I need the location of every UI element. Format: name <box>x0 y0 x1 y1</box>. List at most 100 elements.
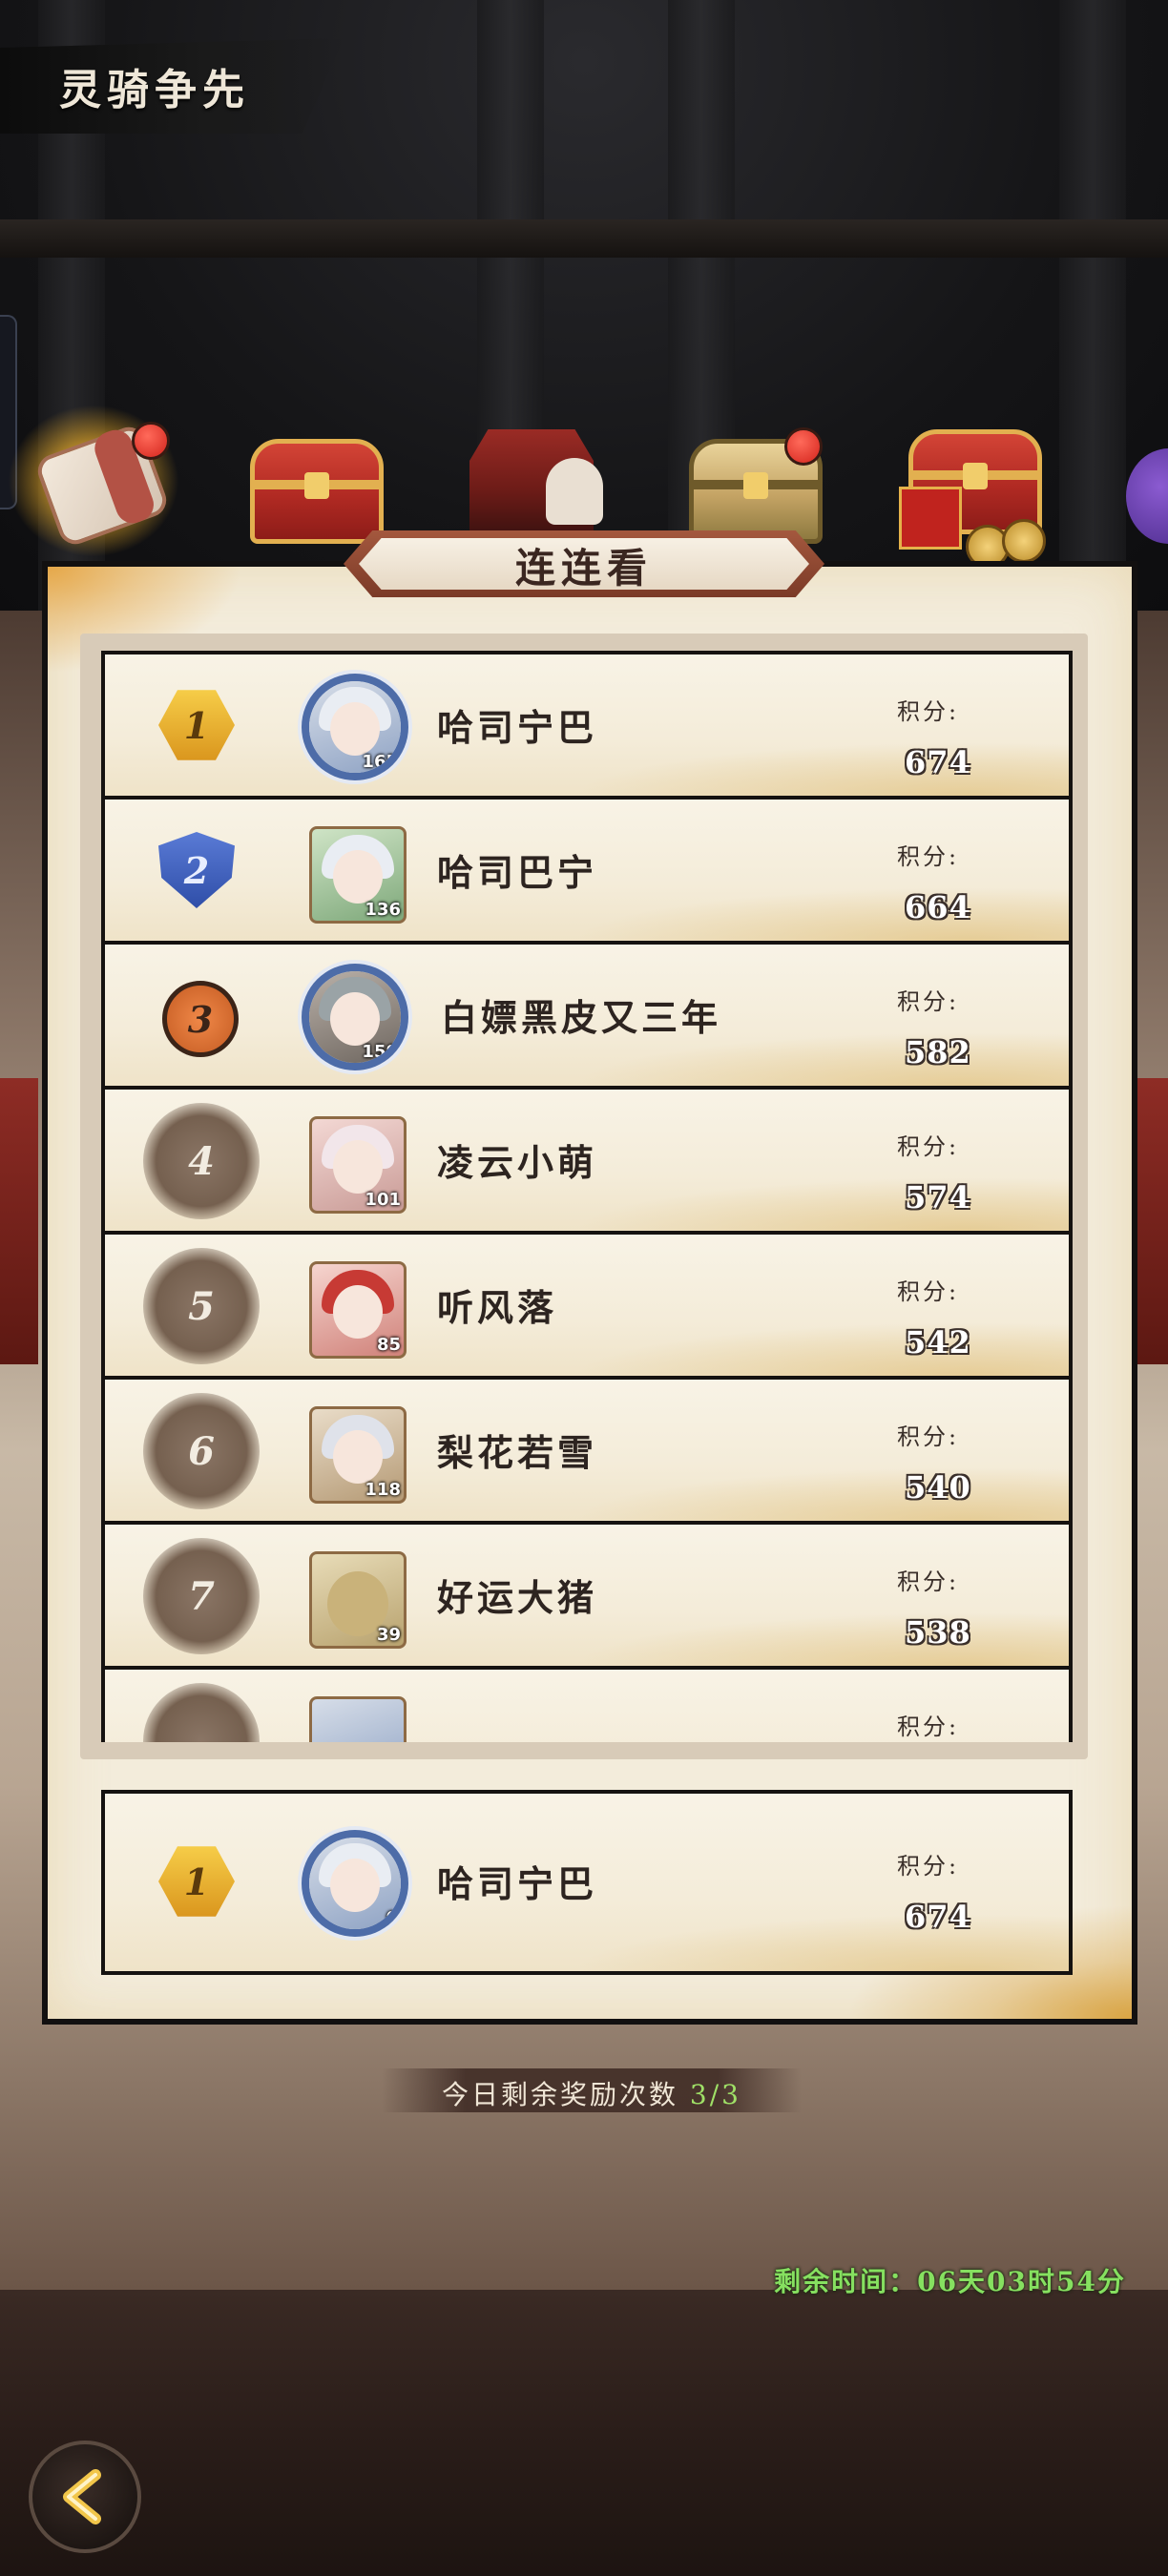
activity-red-chest-icon[interactable] <box>240 420 384 544</box>
activity-scroll-icon[interactable] <box>8 405 179 557</box>
activity-purple-bag-icon[interactable]: 专属 <box>1116 420 1168 544</box>
back-arrow-icon <box>63 2469 101 2524</box>
player-name: 哈司宁巴 <box>437 706 598 749</box>
score-label: 积分: <box>897 1714 960 1740</box>
player-avatar: 85 <box>309 1261 407 1359</box>
ranking-row[interactable]: 1 165 哈司宁巴 积分: 674 <box>101 651 1073 800</box>
notification-dot <box>784 427 823 466</box>
row-decor <box>573 1467 1069 1521</box>
player-name: 好运大猪 <box>437 1576 598 1619</box>
rank-badge-ink: 7 <box>143 1538 260 1654</box>
score-value: 674 <box>905 1899 971 1935</box>
ranking-row[interactable]: 2 136 哈司巴宁 积分: 664 <box>101 796 1073 945</box>
activity-gold-chest-icon[interactable] <box>679 420 823 544</box>
red-envelope-icon <box>899 487 962 550</box>
player-avatar: 101 <box>309 1116 407 1214</box>
rank-badge-gold: 1 <box>158 690 235 760</box>
score-value: 664 <box>905 889 971 925</box>
row-decor <box>573 1177 1069 1231</box>
ranking-row[interactable]: 6 118 梨花若雪 积分: 540 <box>101 1376 1073 1525</box>
avatar-face <box>333 850 383 904</box>
chest-icon <box>250 439 384 544</box>
rank-badge-gold: 1 <box>158 1846 235 1917</box>
ranking-row[interactable]: 3 159 白嫖黑皮又三年 积分: 582 <box>101 941 1073 1090</box>
score-value: 542 <box>905 1324 971 1361</box>
player-name: 凌云小萌 <box>437 1141 598 1184</box>
rank-badge-bronze: 3 <box>162 981 239 1057</box>
player-level: 159 <box>362 1042 398 1062</box>
rank-badge-ink: 5 <box>143 1248 260 1364</box>
avatar-face <box>330 1859 380 1912</box>
avatar-face <box>330 992 380 1046</box>
ranking-list[interactable]: 1 165 哈司宁巴 积分: 674 2 136 哈司巴宁 积分: 664 3 … <box>95 651 1073 1742</box>
activity-red-chest-coins-icon[interactable] <box>899 420 1046 569</box>
player-level: 101 <box>365 1190 401 1210</box>
row-decor <box>573 1322 1069 1376</box>
curtain-left <box>0 1078 38 1364</box>
player-level: 165 <box>362 752 398 772</box>
row-decor <box>573 742 1069 796</box>
back-button[interactable] <box>29 2441 141 2553</box>
score-value: 540 <box>905 1469 971 1506</box>
player-avatar: 118 <box>309 1406 407 1504</box>
background-floor <box>0 2290 1168 2576</box>
ranking-row[interactable]: 7 39 好运大猪 积分: 538 <box>101 1521 1073 1670</box>
player-name: 白嫖黑皮又三年 <box>441 996 722 1039</box>
player-level: 0 <box>386 1908 398 1928</box>
score-label: 积分: <box>897 1568 960 1595</box>
score-label: 积分: <box>897 1853 960 1880</box>
avatar-face <box>333 1285 383 1339</box>
page-title: 灵骑争先 <box>59 66 250 114</box>
player-avatar: 39 <box>309 1551 407 1649</box>
my-ranking-row: 1 0 哈司宁巴 积分: 674 <box>101 1790 1073 1975</box>
panel-header: 连连看 <box>344 530 824 597</box>
panel-title: 连连看 <box>514 545 653 592</box>
score-label: 积分: <box>897 1278 960 1305</box>
rank-badge-silver: 2 <box>158 832 235 908</box>
roof-beam <box>0 219 1168 258</box>
row-decor <box>573 887 1069 941</box>
score-label: 积分: <box>897 988 960 1015</box>
player-level: 136 <box>365 900 401 920</box>
bag-icon <box>1126 448 1168 544</box>
horse-icon <box>546 458 603 525</box>
score-label: 积分: <box>897 698 960 725</box>
score-value: 582 <box>905 1034 971 1070</box>
player-name: 梨花若雪 <box>437 1431 598 1474</box>
score-value: 538 <box>905 1614 971 1651</box>
player-avatar: 159 <box>309 971 401 1063</box>
player-avatar <box>309 1696 407 1742</box>
reward-remaining: 今日剩余奖励次数 3/3 <box>382 2074 802 2112</box>
player-level: 39 <box>376 1625 401 1645</box>
score-label: 积分: <box>897 1423 960 1450</box>
rank-badge-ink: 6 <box>143 1393 260 1509</box>
reward-count: 3/3 <box>689 2079 741 2110</box>
score-value: 674 <box>905 744 971 780</box>
ranking-row-partial[interactable]: 积分: <box>101 1666 1073 1742</box>
score-label: 积分: <box>897 1133 960 1160</box>
rank-badge-ink: 4 <box>143 1103 260 1219</box>
player-name: 哈司宁巴 <box>437 1862 598 1905</box>
player-name: 听风落 <box>437 1286 558 1329</box>
score-value: 574 <box>905 1179 971 1215</box>
player-avatar: 165 <box>309 681 401 773</box>
player-level: 85 <box>376 1335 401 1355</box>
coin-icon <box>1002 519 1046 563</box>
notification-dot <box>132 422 170 460</box>
reward-label: 今日剩余奖励次数 <box>442 2079 679 2110</box>
curtain-right <box>1137 1078 1168 1364</box>
avatar-face <box>333 1140 383 1194</box>
player-name: 哈司巴宁 <box>437 851 598 894</box>
score-label: 积分: <box>897 843 960 870</box>
time-remaining: 剩余时间：06天03时54分 <box>774 2266 1126 2297</box>
ranking-row[interactable]: 5 85 听风落 积分: 542 <box>101 1231 1073 1380</box>
player-avatar: 136 <box>309 826 407 924</box>
avatar-face <box>330 702 380 756</box>
player-level: 118 <box>365 1480 401 1500</box>
rank-badge-ink <box>143 1683 260 1742</box>
row-decor <box>573 1914 1069 1971</box>
row-decor <box>573 1612 1069 1666</box>
activity-carriage-icon[interactable] <box>460 420 603 544</box>
avatar-face <box>333 1430 383 1484</box>
ranking-row[interactable]: 4 101 凌云小萌 积分: 574 <box>101 1086 1073 1235</box>
